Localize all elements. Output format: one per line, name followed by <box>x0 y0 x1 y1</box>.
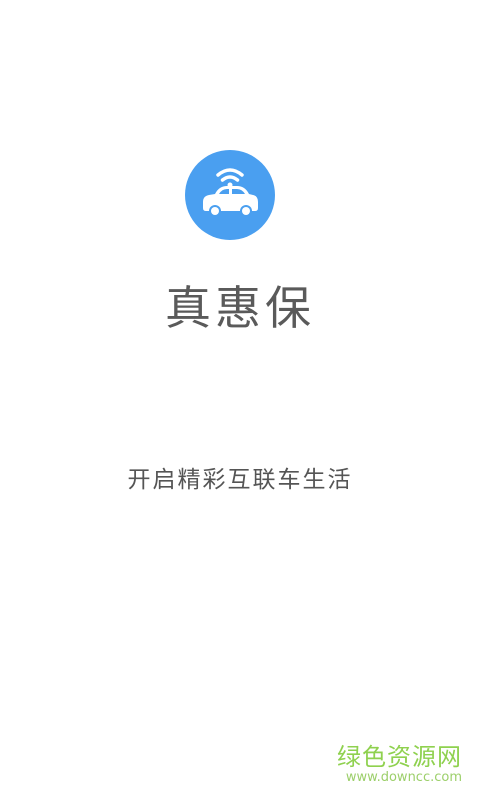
connected-car-icon <box>185 150 275 240</box>
watermark-url: www.downcc.com <box>345 770 462 786</box>
app-slogan: 开启精彩互联车生活 <box>127 467 353 493</box>
watermark-title: 绿色资源网 <box>337 743 462 772</box>
app-name: 真惠保 <box>165 281 315 335</box>
watermark: 绿色资源网 www.downcc.com <box>337 744 462 786</box>
splash-screen: 真惠保 开启精彩互联车生活 绿色资源网 www.downcc.com <box>0 0 480 800</box>
